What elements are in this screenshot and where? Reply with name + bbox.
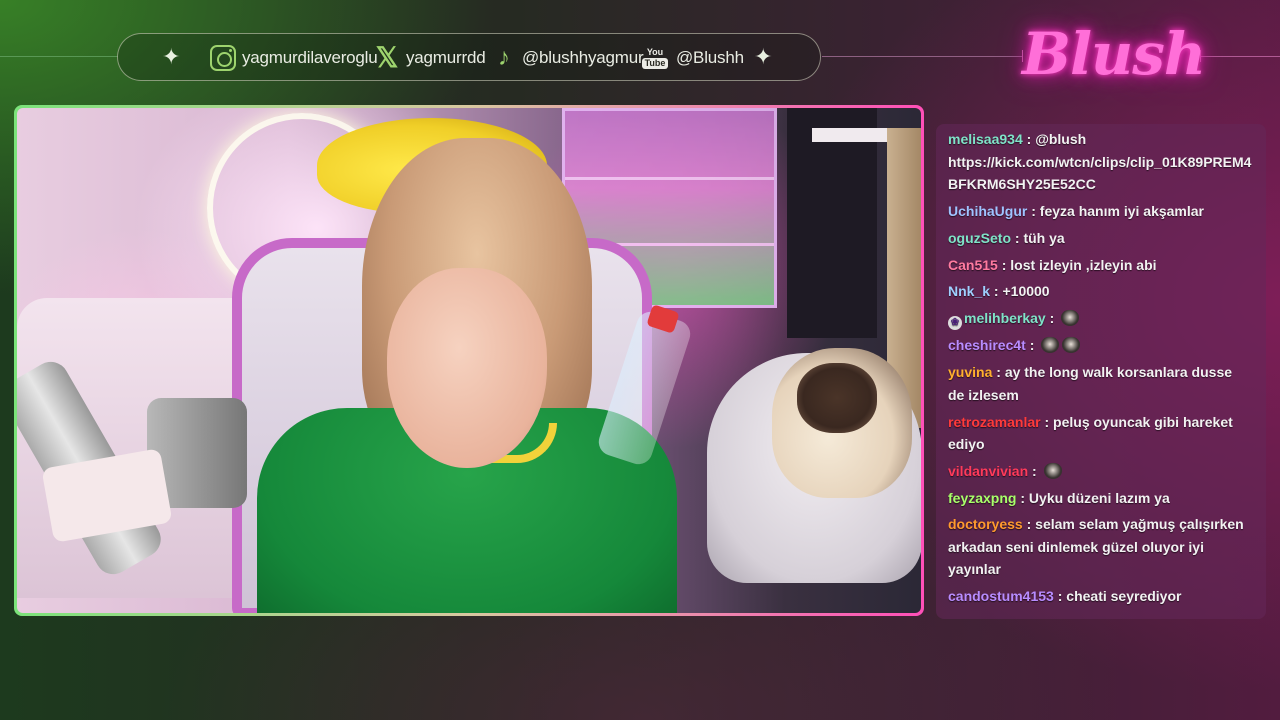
header-line-far <box>1200 56 1280 57</box>
chat-username[interactable]: UchihaUgur <box>948 203 1027 219</box>
video-frame <box>14 105 924 616</box>
chat-message: feyzaxpng : Uyku düzeni lazım ya <box>948 487 1252 510</box>
chat-separator: : <box>1040 413 1054 430</box>
chat-separator: : <box>1025 337 1039 354</box>
chat-separator: : <box>1028 462 1041 479</box>
chat-text: Uyku düzeni lazım ya <box>1028 489 1170 506</box>
chat-separator: : <box>1045 310 1059 327</box>
social-handle: yagmurrdd <box>406 48 486 67</box>
x-icon: 𝕏 <box>375 42 399 73</box>
chat-message: yuvina : ay the long walk korsanlara dus… <box>948 361 1252 406</box>
brand-logo: Blush <box>1022 20 1206 88</box>
sub-badge-icon: ❀ <box>948 316 962 331</box>
social-x[interactable]: 𝕏 yagmurrdd <box>374 42 486 73</box>
chat-username[interactable]: oguzSeto <box>948 230 1011 246</box>
chat-username[interactable]: melisaa934 <box>948 131 1023 147</box>
chat-message: oguzSeto : tüh ya <box>948 227 1252 250</box>
chat-separator: : <box>1022 516 1036 533</box>
chat-username[interactable]: Can515 <box>948 257 998 273</box>
chat-text: cheati seyrediyor <box>1066 588 1182 605</box>
sparkle-icon: ✦ <box>754 44 773 69</box>
cat-face <box>797 363 877 433</box>
chat-username[interactable]: feyzaxpng <box>948 490 1016 506</box>
chat-message: vildanvivian : <box>948 460 1252 483</box>
social-bar: ✦ yagmurdilaveroglu 𝕏 yagmurrdd ♪ @blush… <box>117 33 821 81</box>
chat-separator: : <box>990 283 1003 300</box>
chat-message: melisaa934 : @blush https://kick.com/wtc… <box>948 128 1252 196</box>
social-handle: @Blushh <box>676 48 744 67</box>
social-tiktok[interactable]: ♪ @blushhyagmur <box>492 44 644 72</box>
chat-message: doctoryess : selam selam yağmuş çalışırk… <box>948 513 1252 581</box>
chat-message: UchihaUgur : feyza hanım iyi akşamlar <box>948 200 1252 223</box>
social-youtube[interactable]: You Tube @Blushh <box>640 44 744 72</box>
cat-emote-icon <box>1062 337 1081 354</box>
chat-separator: : <box>1016 489 1029 506</box>
chat-separator: : <box>1053 588 1067 605</box>
header-line-right <box>822 56 1022 57</box>
chat-text: lost izleyin ,izleyin abi <box>1010 256 1157 273</box>
cat-emote-icon <box>1043 462 1062 479</box>
chat-message: ❀ melihberkay : <box>948 307 1252 331</box>
chat-username[interactable]: yuvina <box>948 364 992 380</box>
youtube-icon-top: You <box>646 47 664 57</box>
youtube-icon: You Tube <box>640 44 670 72</box>
chat-message: Nnk_k : +10000 <box>948 280 1252 303</box>
chat-message: retrozamanlar : peluş oyuncak gibi harek… <box>948 411 1252 456</box>
chat-username[interactable]: retrozamanlar <box>948 414 1041 430</box>
webcam-video[interactable] <box>17 108 921 613</box>
youtube-icon-bottom: Tube <box>641 58 669 69</box>
tiktok-icon: ♪ <box>498 44 510 71</box>
chat-separator: : <box>997 256 1011 273</box>
chat-text: +10000 <box>1002 283 1050 300</box>
cat-emote-icon <box>1041 337 1060 354</box>
chat-separator: : <box>1027 202 1040 219</box>
chat-username[interactable]: Nnk_k <box>948 283 990 299</box>
chat-message: candostum4153 : cheati seyrediyor <box>948 585 1252 608</box>
social-handle: @blushhyagmur <box>522 48 644 67</box>
chat-username[interactable]: melihberkay <box>964 310 1046 326</box>
chat-message: Can515 : lost izleyin ,izleyin abi <box>948 254 1252 277</box>
chat-panel: melisaa934 : @blush https://kick.com/wtc… <box>936 124 1266 619</box>
chat-username[interactable]: doctoryess <box>948 516 1023 532</box>
cat-emote-icon <box>1061 310 1080 327</box>
chat-separator: : <box>1022 131 1036 148</box>
chat-username[interactable]: candostum4153 <box>948 588 1054 604</box>
social-handle: yagmurdilaveroglu <box>242 48 378 67</box>
streamer-face <box>387 268 547 468</box>
sparkle-icon: ✦ <box>162 44 181 69</box>
instagram-icon <box>210 45 236 71</box>
chat-separator: : <box>1011 229 1024 246</box>
doorway <box>787 108 877 338</box>
chat-text: tüh ya <box>1023 229 1065 246</box>
chat-username[interactable]: vildanvivian <box>948 463 1028 479</box>
chat-list: melisaa934 : @blush https://kick.com/wtc… <box>948 128 1252 612</box>
chat-username[interactable]: cheshirec4t <box>948 337 1026 353</box>
chat-separator: : <box>992 364 1005 381</box>
header-line-left <box>0 56 118 57</box>
chat-text: feyza hanım iyi akşamlar <box>1039 202 1204 219</box>
social-instagram[interactable]: yagmurdilaveroglu <box>210 44 378 72</box>
chat-message: cheshirec4t : <box>948 334 1252 357</box>
